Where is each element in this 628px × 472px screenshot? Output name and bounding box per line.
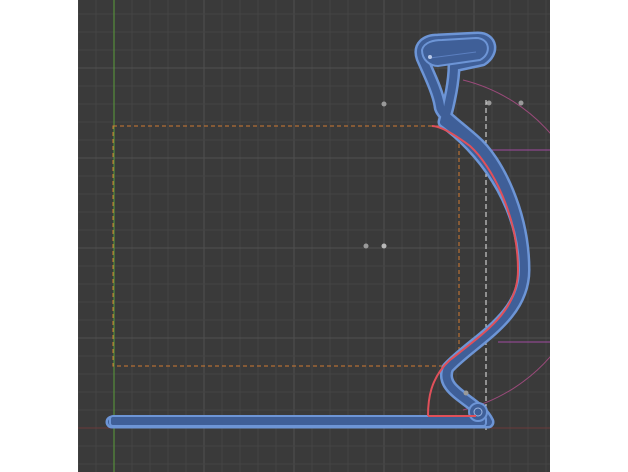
camera-frame-guide: [112, 125, 460, 367]
reference-circle-arc: [462, 79, 550, 411]
vertex-point-icon[interactable]: [463, 390, 469, 396]
vertex-point-icon[interactable]: [486, 100, 492, 106]
grid-lines: [78, 0, 550, 472]
vertex-point-icon[interactable]: [428, 55, 432, 59]
vertex-point-icon[interactable]: [518, 100, 524, 106]
vertex-point-icon[interactable]: [363, 243, 369, 249]
pivot-knob[interactable]: [468, 402, 488, 422]
viewport-canvas[interactable]: [78, 0, 550, 472]
selected-mesh-object[interactable]: [105, 31, 531, 429]
origin-icon[interactable]: [381, 243, 387, 249]
vertex-point-icon[interactable]: [381, 101, 387, 107]
3d-viewport[interactable]: [78, 0, 550, 472]
base-bar[interactable]: [109, 415, 487, 427]
